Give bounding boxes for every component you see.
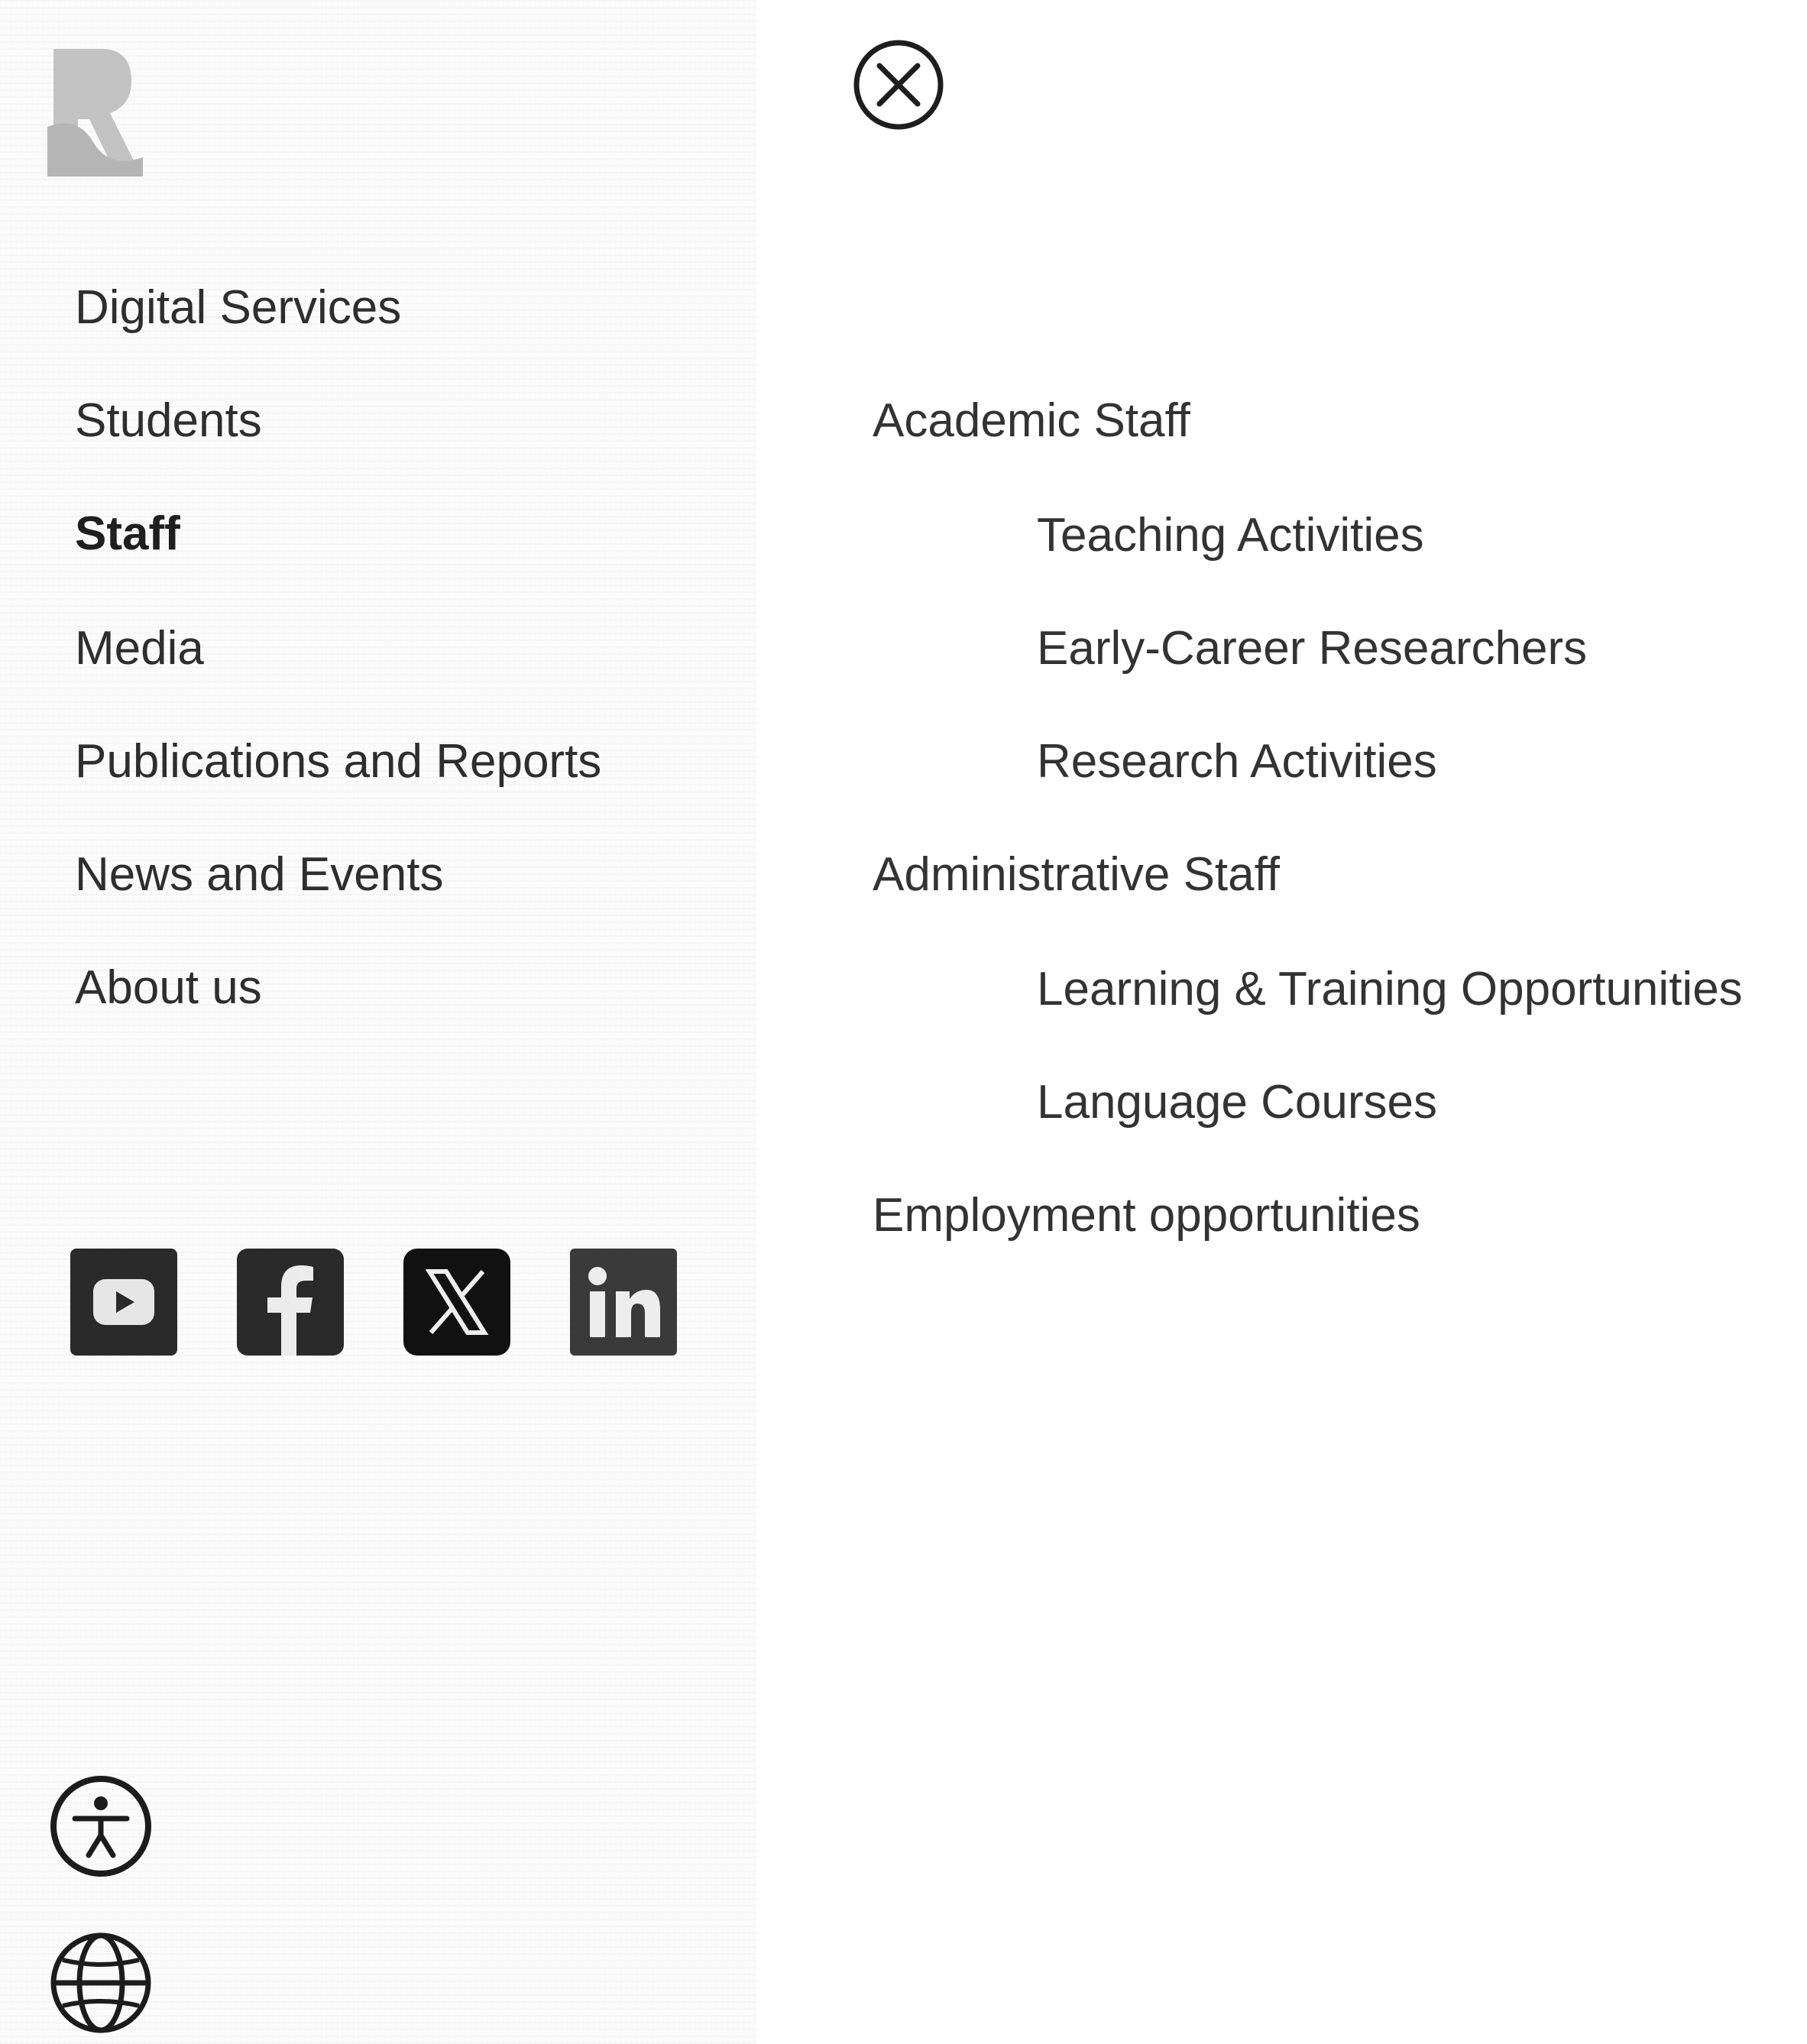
- submenu-item-academic-staff[interactable]: Academic Staff: [873, 397, 1190, 445]
- submenu-item-research-activities[interactable]: Research Activities: [1037, 738, 1437, 786]
- globe-icon[interactable]: [47, 1929, 154, 2036]
- nav-item-students[interactable]: Students: [75, 397, 262, 445]
- nav-item-about-us[interactable]: About us: [75, 964, 262, 1012]
- nav-item-news-and-events[interactable]: News and Events: [75, 851, 443, 899]
- submenu-item-administrative-staff[interactable]: Administrative Staff: [873, 851, 1280, 899]
- submenu-item-early-career-researchers[interactable]: Early-Career Researchers: [1037, 625, 1587, 672]
- submenu-item-employment-opportunities[interactable]: Employment opportunities: [873, 1192, 1420, 1239]
- close-circle-icon[interactable]: [852, 38, 945, 131]
- x-icon[interactable]: [403, 1249, 510, 1356]
- mobile-menu-overlay: Digital Services Students Staff Media Pu…: [0, 0, 1807, 2044]
- submenu-item-teaching-activities[interactable]: Teaching Activities: [1037, 512, 1424, 559]
- facebook-icon[interactable]: [237, 1249, 344, 1356]
- nav-item-media[interactable]: Media: [75, 625, 204, 672]
- nav-item-publications-and-reports[interactable]: Publications and Reports: [75, 738, 601, 786]
- submenu-item-learning-training-opportunities[interactable]: Learning & Training Opportunities: [1037, 966, 1743, 1013]
- linkedin-icon[interactable]: [570, 1249, 677, 1356]
- nav-item-staff[interactable]: Staff: [75, 510, 180, 558]
- nav-item-digital-services[interactable]: Digital Services: [75, 284, 401, 332]
- accessibility-icon[interactable]: [47, 1773, 154, 1880]
- youtube-icon[interactable]: [70, 1249, 177, 1356]
- submenu-item-language-courses[interactable]: Language Courses: [1037, 1079, 1437, 1126]
- r-logo-icon[interactable]: [47, 43, 143, 177]
